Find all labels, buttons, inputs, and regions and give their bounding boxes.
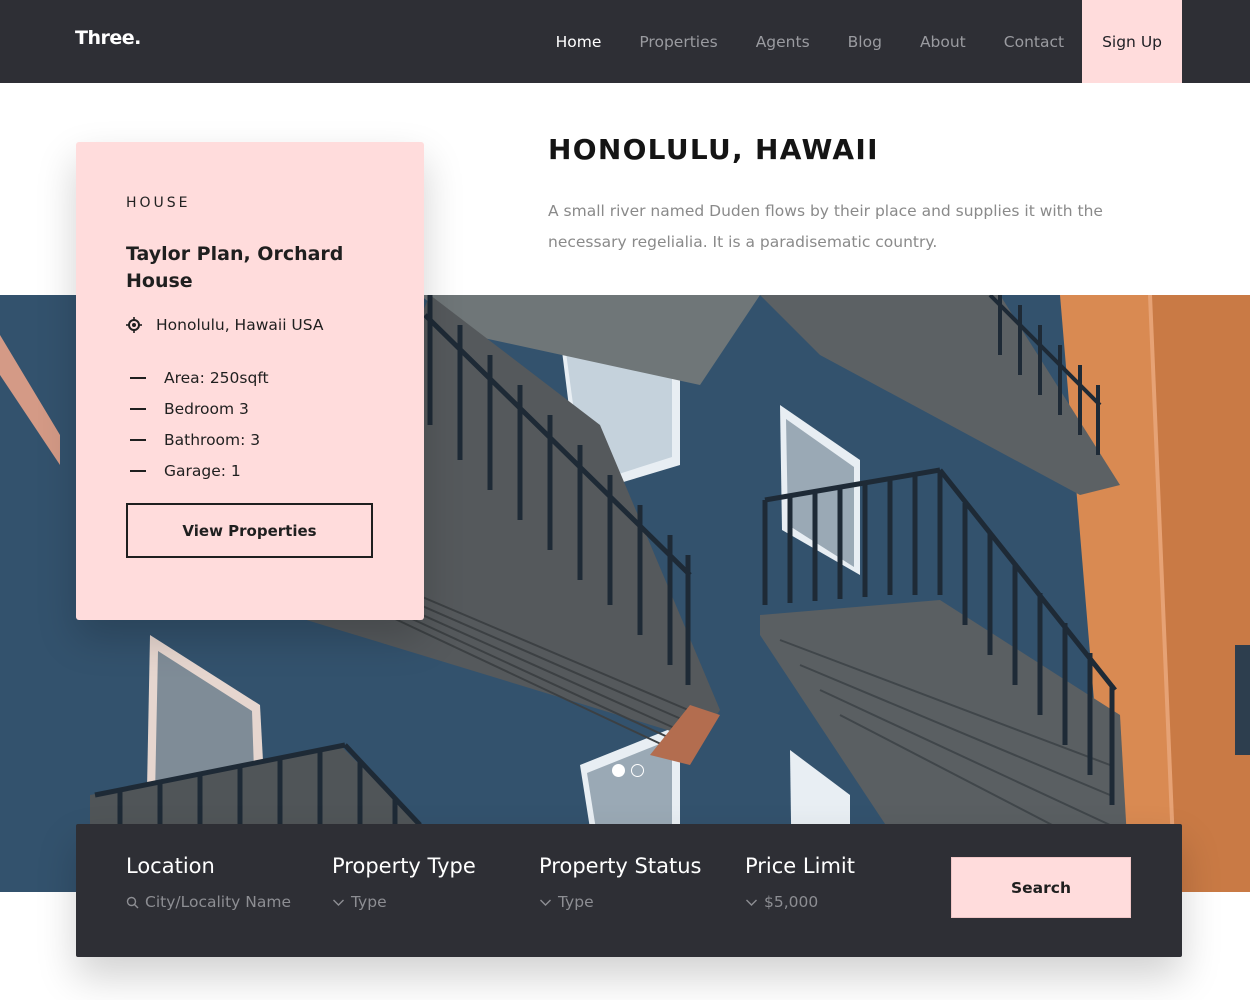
price-limit-value: $5,000 — [764, 893, 819, 911]
nav-item-blog[interactable]: Blog — [829, 0, 901, 83]
dash-icon — [130, 407, 146, 410]
feature-text: Area: 250sqft — [164, 368, 269, 387]
dash-icon — [130, 376, 146, 379]
nav-item-agents[interactable]: Agents — [737, 0, 829, 83]
feature-text: Bedroom 3 — [164, 399, 249, 418]
property-status-field: Property Status Type — [539, 854, 701, 911]
brand-logo[interactable]: Three. — [75, 27, 141, 49]
chevron-down-icon — [333, 899, 344, 906]
location-placeholder: City/Locality Name — [145, 893, 291, 911]
property-location: Honolulu, Hawaii USA — [126, 316, 324, 334]
feature-item: Area: 250sqft — [130, 362, 269, 393]
property-card: HOUSE Taylor Plan, Orchard House Honolul… — [76, 142, 424, 620]
nav-item-about[interactable]: About — [901, 0, 985, 83]
property-status-value: Type — [558, 893, 594, 911]
nav-item-properties[interactable]: Properties — [620, 0, 736, 83]
property-type: HOUSE — [126, 195, 191, 211]
location-label: Location — [126, 854, 215, 878]
slider-dot-2[interactable] — [631, 764, 644, 777]
feature-text: Garage: 1 — [164, 461, 241, 480]
property-search-bar: Location City/Locality Name Property Typ… — [76, 824, 1182, 957]
dash-icon — [130, 438, 146, 441]
slider-dots — [612, 764, 644, 777]
property-location-text: Honolulu, Hawaii USA — [156, 316, 324, 334]
nav-item-home[interactable]: Home — [537, 0, 621, 83]
feature-text: Bathroom: 3 — [164, 430, 261, 449]
property-type-value: Type — [351, 893, 387, 911]
property-features: Area: 250sqft Bedroom 3 Bathroom: 3 Gara… — [130, 362, 269, 486]
nav-item-contact[interactable]: Contact — [985, 0, 1083, 83]
search-icon — [126, 896, 139, 908]
feature-item: Bathroom: 3 — [130, 424, 269, 455]
property-status-select[interactable]: Type — [539, 893, 701, 911]
slider-dot-1[interactable] — [612, 764, 625, 777]
property-type-label: Property Type — [332, 854, 476, 878]
property-title: Taylor Plan, Orchard House — [126, 243, 344, 292]
dash-icon — [130, 469, 146, 472]
location-input[interactable]: City/Locality Name — [126, 893, 291, 911]
page-description: A small river named Duden flows by their… — [548, 202, 1103, 251]
feature-item: Garage: 1 — [130, 455, 269, 486]
property-status-label: Property Status — [539, 854, 702, 878]
location-field: Location City/Locality Name — [126, 854, 291, 911]
chevron-down-icon — [746, 899, 757, 906]
chevron-down-icon — [540, 899, 551, 906]
price-limit-select[interactable]: $5,000 — [745, 893, 855, 911]
feature-item: Bedroom 3 — [130, 393, 269, 424]
price-limit-label: Price Limit — [745, 854, 855, 878]
property-type-select[interactable]: Type — [332, 893, 476, 911]
navbar: Three. Home Properties Agents Blog About… — [0, 0, 1250, 83]
property-type-field: Property Type Type — [332, 854, 476, 911]
map-marker-icon — [126, 317, 142, 333]
view-properties-button[interactable]: View Properties — [126, 503, 373, 558]
search-button[interactable]: Search — [951, 857, 1131, 918]
sign-up-button[interactable]: Sign Up — [1082, 0, 1182, 83]
price-limit-field: Price Limit $5,000 — [745, 854, 855, 911]
page-title: HONOLULU, HAWAII — [548, 133, 879, 166]
nav-links: Home Properties Agents Blog About Contac… — [537, 0, 1182, 83]
